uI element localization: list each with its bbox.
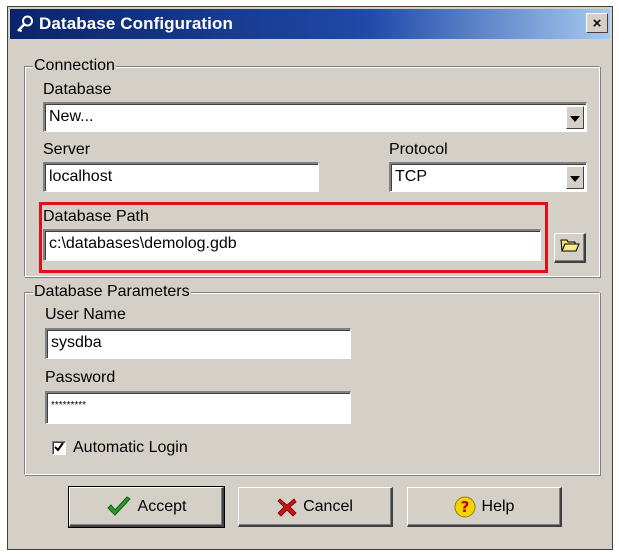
help-button[interactable]: ? Help <box>407 487 562 527</box>
database-parameters-group-label: Database Parameters <box>33 282 191 302</box>
database-configuration-dialog: Database Configuration × Connection Data… <box>7 6 613 550</box>
green-checkmark-icon <box>106 495 132 518</box>
chevron-down-icon <box>570 165 580 191</box>
password-label: Password <box>45 369 116 386</box>
title-bar[interactable]: Database Configuration × <box>10 9 610 39</box>
database-label: Database <box>43 81 112 98</box>
database-combo[interactable]: New... <box>43 102 587 132</box>
key-icon <box>14 13 36 35</box>
folder-open-icon <box>559 237 580 258</box>
question-mark-icon: ? <box>454 496 476 518</box>
svg-text:?: ? <box>460 498 469 516</box>
database-dropdown-button[interactable] <box>566 106 584 129</box>
database-combo-value: New... <box>49 108 94 125</box>
close-button[interactable]: × <box>586 13 608 33</box>
username-input[interactable]: sysdba <box>45 328 351 359</box>
checkmark-icon <box>54 439 64 457</box>
protocol-combo-value: TCP <box>395 168 427 185</box>
protocol-combo[interactable]: TCP <box>389 162 587 192</box>
database-path-value: c:\databases\demolog.gdb <box>49 235 237 252</box>
connection-group: Connection Database New... Server localh… <box>24 56 600 277</box>
window-title: Database Configuration <box>39 14 233 33</box>
accept-button-label: Accept <box>137 497 187 515</box>
database-path-label: Database Path <box>43 208 149 225</box>
browse-path-button[interactable] <box>554 233 586 263</box>
password-input-value: ********* <box>51 400 87 411</box>
server-input[interactable]: localhost <box>43 162 319 192</box>
server-label: Server <box>43 141 91 158</box>
help-button-label: Help <box>481 497 515 515</box>
automatic-login-checkbox[interactable] <box>52 441 66 455</box>
chevron-down-icon <box>570 105 580 131</box>
close-icon: × <box>592 14 602 32</box>
protocol-label: Protocol <box>389 141 448 158</box>
accept-button[interactable]: Accept <box>68 486 225 528</box>
cancel-button[interactable]: Cancel <box>238 487 393 527</box>
automatic-login-label[interactable]: Automatic Login <box>73 438 188 458</box>
protocol-dropdown-button[interactable] <box>566 166 584 189</box>
username-label: User Name <box>45 306 126 323</box>
username-input-value: sysdba <box>51 334 102 351</box>
red-x-icon <box>277 497 297 517</box>
server-input-value: localhost <box>49 168 113 185</box>
database-path-input[interactable]: c:\databases\demolog.gdb <box>43 229 541 261</box>
cancel-button-label: Cancel <box>303 497 353 515</box>
connection-group-label: Connection <box>33 56 116 76</box>
password-input[interactable]: ********* <box>45 391 351 424</box>
database-parameters-group: Database Parameters User Name sysdba Pas… <box>24 282 600 475</box>
